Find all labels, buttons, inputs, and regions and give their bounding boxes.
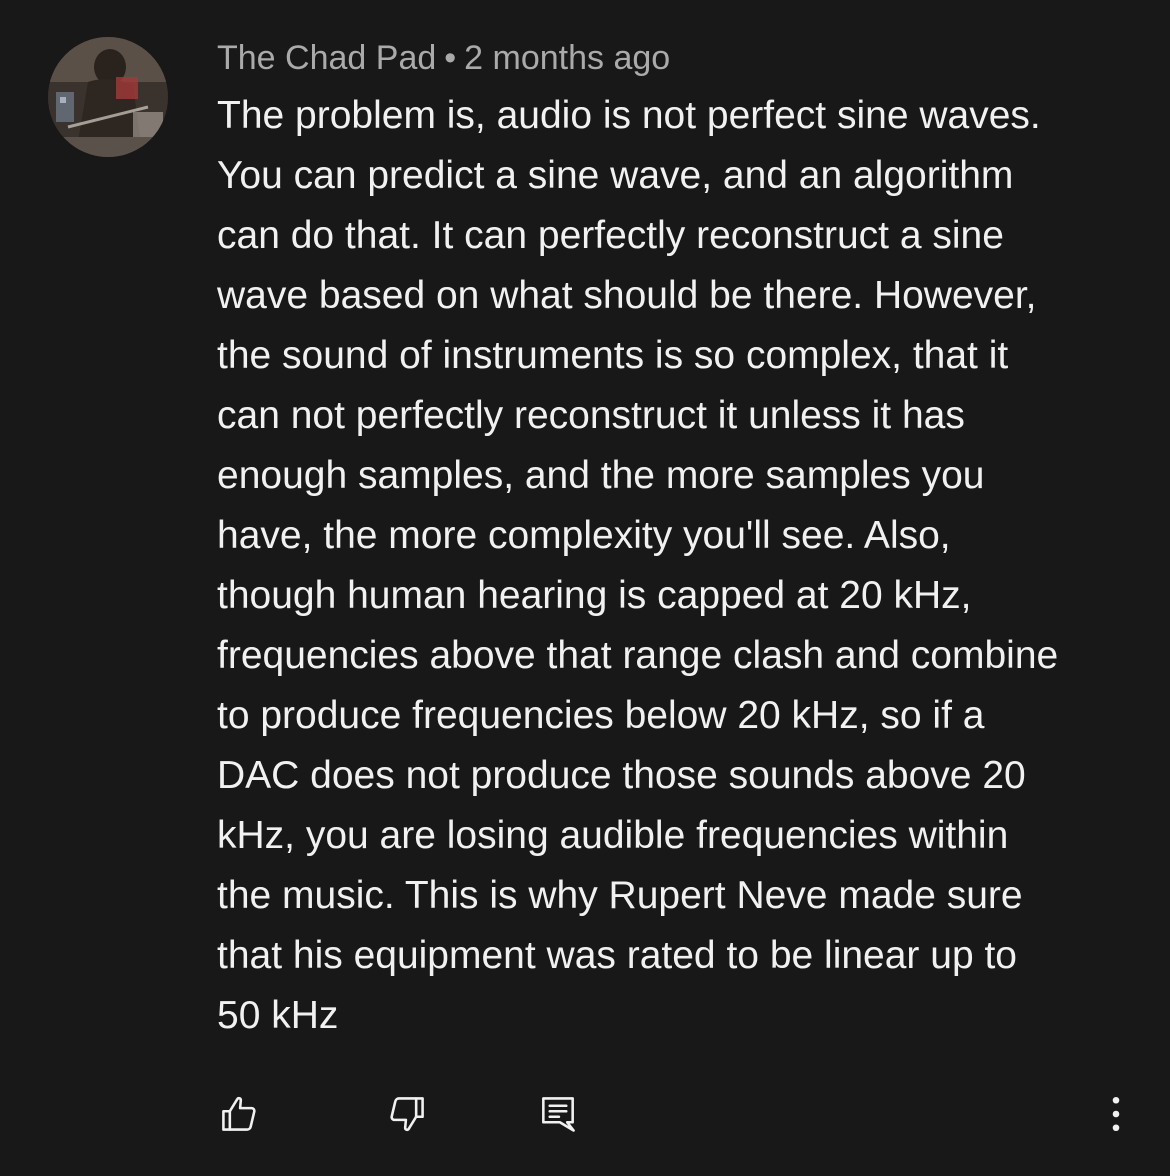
comment-line: You can predict a sine wave, and an algo… [217, 154, 1014, 197]
comment-timestamp[interactable]: 2 months ago [464, 39, 670, 77]
comment-line: the music. This is why Rupert Neve made … [217, 874, 1023, 917]
comment-line: that his equipment was rated to be linea… [217, 934, 1017, 977]
comment-line: DAC does not produce those sounds above … [217, 754, 1026, 797]
comment-header: The Chad Pad • 2 months ago [217, 38, 670, 78]
thumbs-up-icon [222, 1096, 256, 1131]
comment-line: to produce frequencies below 20 kHz, so … [217, 694, 985, 737]
comment-line: wave based on what should be there. Howe… [217, 274, 1037, 317]
meta-separator: • [444, 39, 457, 77]
comment-line: kHz, you are losing audible frequencies … [217, 814, 1009, 857]
dislike-button[interactable] [383, 1090, 431, 1138]
comment-body: The problem is, audio is not perfect sin… [217, 86, 1137, 1046]
comment-line: the sound of instruments is so complex, … [217, 334, 1009, 377]
avatar[interactable] [48, 37, 168, 157]
comment-line: though human hearing is capped at 20 kHz… [217, 574, 972, 617]
comment-reply-icon [542, 1097, 575, 1132]
comment-line: frequencies above that range clash and c… [217, 634, 1059, 677]
comment-line: The problem is, audio is not perfect sin… [217, 94, 1041, 137]
like-button[interactable] [215, 1090, 263, 1138]
more-vertical-icon [1112, 1096, 1120, 1132]
comment-line: have, the more complexity you'll see. Al… [217, 514, 951, 557]
comment-line: 50 kHz [217, 994, 339, 1037]
reply-button[interactable] [534, 1090, 582, 1138]
comment-line: enough samples, and the more samples you [217, 454, 985, 497]
author-name[interactable]: The Chad Pad [217, 39, 436, 77]
thumbs-down-icon [390, 1097, 424, 1132]
more-options-button[interactable] [1092, 1090, 1140, 1138]
comment-thread: The Chad Pad • 2 months ago The problem is… [0, 0, 1170, 1176]
avatar-photo [48, 37, 168, 157]
comment-actions [0, 1090, 1170, 1140]
comment-line: can not perfectly reconstruct it unless … [217, 394, 965, 437]
comment-line: can do that. It can perfectly reconstruc… [217, 214, 1004, 257]
